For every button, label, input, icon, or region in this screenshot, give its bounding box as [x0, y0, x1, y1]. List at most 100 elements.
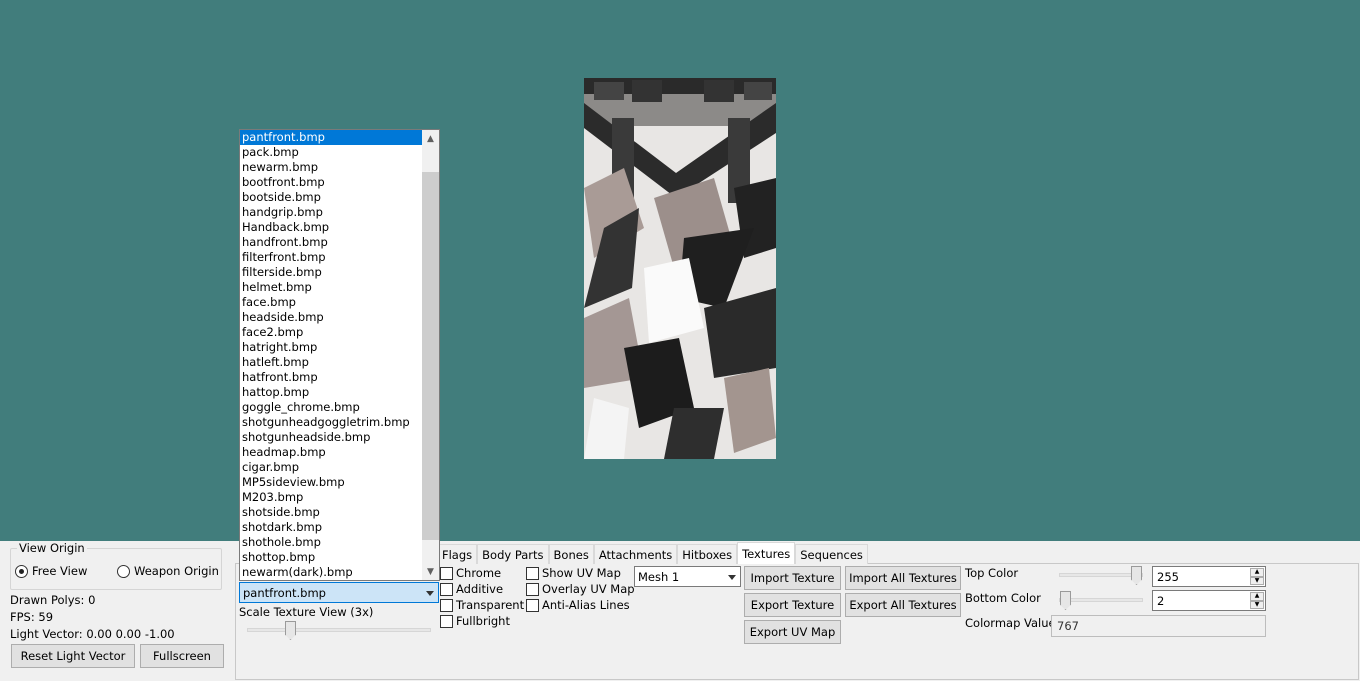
texture-list-item[interactable]: hattop.bmp [240, 385, 424, 400]
texture-list-item[interactable]: shotdark.bmp [240, 520, 424, 535]
anti-alias-lines-checkbox[interactable]: Anti-Alias Lines [526, 598, 630, 612]
texture-list-item[interactable]: shottop.bmp [240, 550, 424, 565]
show-uv-map-label: Show UV Map [542, 566, 621, 580]
import-texture-button[interactable]: Import Texture [744, 566, 841, 590]
texture-dropdown-list[interactable]: pantfront.bmp pack.bmp newarm.bmp bootfront… [239, 129, 440, 581]
top-color-spinbox[interactable]: 255 ▲ ▼ [1152, 566, 1266, 587]
checkbox-icon [526, 566, 539, 580]
texture-list-item[interactable]: bootfront.bmp [240, 175, 424, 190]
scale-texture-label: Scale Texture View (3x) [239, 605, 374, 619]
additive-label: Additive [456, 582, 504, 596]
list-scrollbar[interactable]: ▲ ▼ [422, 130, 439, 580]
radio-unselected-icon [117, 564, 130, 578]
texture-list-item[interactable]: cigar.bmp [240, 460, 424, 475]
tab-bones[interactable]: Bones [548, 544, 594, 564]
texture-list-item[interactable]: handfront.bmp [240, 235, 424, 250]
transparent-label: Transparent [456, 598, 525, 612]
chrome-checkbox[interactable]: Chrome [440, 566, 501, 580]
scroll-down-icon[interactable]: ▼ [422, 563, 439, 580]
spin-down-icon[interactable]: ▼ [1250, 576, 1264, 585]
checkbox-icon [526, 598, 539, 612]
tab-textures[interactable]: Textures [737, 542, 796, 564]
texture-list-item[interactable]: shotgunheadgoggletrim.bmp [240, 415, 424, 430]
checkbox-icon [440, 614, 453, 628]
texture-select-value: pantfront.bmp [243, 585, 326, 600]
reset-light-vector-button[interactable]: Reset Light Vector [11, 644, 135, 668]
weapon-origin-radio[interactable]: Weapon Origin [117, 564, 219, 578]
export-texture-button[interactable]: Export Texture [744, 593, 841, 617]
top-color-slider-track[interactable] [1059, 573, 1143, 577]
checkbox-icon [440, 566, 453, 580]
texture-select[interactable]: pantfront.bmp [239, 582, 439, 603]
spin-buttons[interactable]: ▲ ▼ [1250, 568, 1264, 585]
transparent-checkbox[interactable]: Transparent [440, 598, 524, 612]
checkbox-icon [440, 598, 453, 612]
texture-list-item[interactable]: bootside.bmp [240, 190, 424, 205]
checkbox-icon [440, 582, 453, 596]
tab-hitboxes[interactable]: Hitboxes [677, 544, 738, 564]
spin-up-icon[interactable]: ▲ [1250, 592, 1264, 601]
chevron-down-icon [728, 574, 736, 580]
fps-text: FPS: 59 [10, 610, 54, 624]
checkbox-icon [526, 582, 539, 596]
texture-list-item[interactable]: headside.bmp [240, 310, 424, 325]
texture-list-item[interactable]: hatfront.bmp [240, 370, 424, 385]
bottom-color-label: Bottom Color [965, 591, 1041, 605]
overlay-uv-map-checkbox[interactable]: Overlay UV Map [526, 582, 635, 596]
scale-slider-track[interactable] [247, 628, 431, 632]
anti-alias-lines-label: Anti-Alias Lines [542, 598, 630, 612]
additive-checkbox[interactable]: Additive [440, 582, 503, 596]
texture-list-item[interactable]: pack.bmp [240, 145, 424, 160]
texture-list-item[interactable]: MP5sideview.bmp [240, 475, 424, 490]
texture-list-item[interactable]: newarm(dark).bmp [240, 565, 424, 580]
spin-up-icon[interactable]: ▲ [1250, 568, 1264, 577]
spin-buttons[interactable]: ▲ ▼ [1250, 592, 1264, 609]
scrollbar-thumb[interactable] [422, 172, 439, 540]
bottom-color-value: 2 [1157, 593, 1165, 608]
fullscreen-button[interactable]: Fullscreen [140, 644, 224, 668]
radio-selected-icon [15, 564, 28, 578]
colormap-value-label: Colormap Value [965, 616, 1056, 630]
tab-body-parts[interactable]: Body Parts [477, 544, 549, 564]
spin-down-icon[interactable]: ▼ [1250, 600, 1264, 609]
export-uv-map-button[interactable]: Export UV Map [744, 620, 841, 644]
tab-attachments[interactable]: Attachments [593, 544, 678, 564]
texture-list-item[interactable]: newarm.bmp [240, 160, 424, 175]
bottom-color-spinbox[interactable]: 2 ▲ ▼ [1152, 590, 1266, 611]
texture-list-items: pantfront.bmp pack.bmp newarm.bmp bootfront… [240, 130, 424, 580]
tab-sequences[interactable]: Sequences [795, 544, 868, 564]
fullbright-checkbox[interactable]: Fullbright [440, 614, 510, 628]
texture-list-item[interactable]: shotgunheadside.bmp [240, 430, 424, 445]
bottom-color-slider-track[interactable] [1059, 598, 1143, 602]
scroll-up-icon[interactable]: ▲ [422, 130, 439, 147]
show-uv-map-checkbox[interactable]: Show UV Map [526, 566, 621, 580]
texture-list-item[interactable]: hatleft.bmp [240, 355, 424, 370]
free-view-radio[interactable]: Free View [15, 564, 87, 578]
texture-list-item[interactable]: pantfront.bmp [240, 130, 424, 145]
texture-list-item[interactable]: handgrip.bmp [240, 205, 424, 220]
texture-list-item[interactable]: filterfront.bmp [240, 250, 424, 265]
texture-list-item[interactable]: face2.bmp [240, 325, 424, 340]
mesh-select-value: Mesh 1 [638, 569, 680, 584]
tab-strip: Flags Body Parts Bones Attachments Hitbo… [437, 542, 868, 564]
mesh-select[interactable]: Mesh 1 [634, 566, 741, 587]
texture-list-item[interactable]: M203.bmp [240, 490, 424, 505]
colormap-value-field: 767 [1051, 615, 1266, 637]
texture-list-item[interactable]: Handback.bmp [240, 220, 424, 235]
texture-list-item[interactable]: shothole.bmp [240, 535, 424, 550]
texture-list-item[interactable]: filterside.bmp [240, 265, 424, 280]
texture-list-item[interactable]: headmap.bmp [240, 445, 424, 460]
texture-preview [584, 78, 776, 459]
fullbright-label: Fullbright [456, 614, 510, 628]
export-all-textures-button[interactable]: Export All Textures [845, 593, 961, 617]
texture-list-item[interactable]: goggle_chrome.bmp [240, 400, 424, 415]
light-vector-text: Light Vector: 0.00 0.00 -1.00 [10, 627, 175, 641]
texture-list-item[interactable]: hatright.bmp [240, 340, 424, 355]
texture-list-item[interactable]: helmet.bmp [240, 280, 424, 295]
texture-list-item[interactable]: face.bmp [240, 295, 424, 310]
import-all-textures-button[interactable]: Import All Textures [845, 566, 961, 590]
tab-flags[interactable]: Flags [437, 544, 478, 564]
weapon-origin-label: Weapon Origin [134, 564, 219, 578]
free-view-label: Free View [32, 564, 88, 578]
texture-list-item[interactable]: shotside.bmp [240, 505, 424, 520]
